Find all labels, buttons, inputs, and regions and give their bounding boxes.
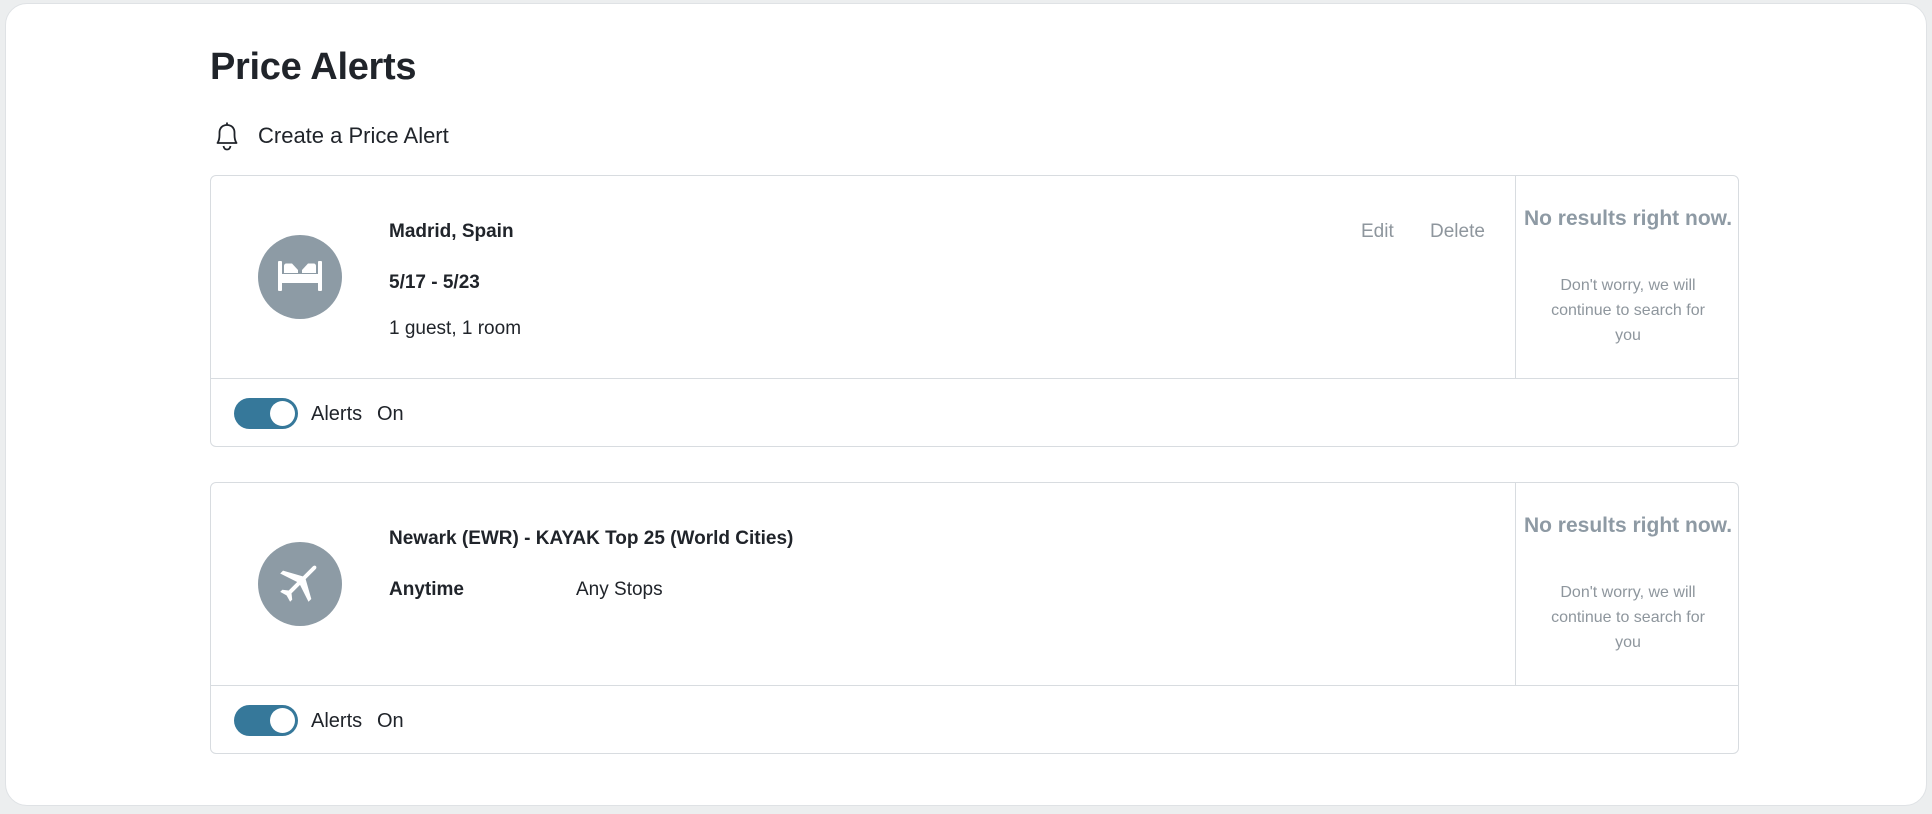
- toggle-knob: [270, 401, 295, 426]
- alerts-toggle[interactable]: [234, 398, 298, 429]
- alerts-toggle-label: Alerts: [311, 710, 363, 732]
- airplane-icon: [276, 558, 324, 611]
- alert-card-main: Newark (EWR) - KAYAK Top 25 (World Citie…: [211, 483, 1516, 686]
- alert-dates: Anytime: [389, 579, 464, 600]
- alerts-toggle[interactable]: [234, 705, 298, 736]
- no-results-title: No results right now.: [1523, 207, 1733, 230]
- alert-route: Newark (EWR) - KAYAK Top 25 (World Citie…: [389, 528, 794, 549]
- alert-dates: 5/17 - 5/23: [389, 272, 480, 293]
- no-results-note: Don't worry, we will continue to search …: [1551, 584, 1705, 651]
- page-frame: Price Alerts Create a Price Alert Madrid…: [5, 3, 1927, 806]
- page-title: Price Alerts: [210, 46, 417, 88]
- alerts-toggle-state: On: [377, 403, 404, 425]
- create-price-alert-button[interactable]: Create a Price Alert: [210, 116, 449, 156]
- alert-card-body: Madrid, Spain 5/17 - 5/23 1 guest, 1 roo…: [211, 176, 1738, 379]
- alerts-toggle-label: Alerts: [311, 403, 363, 425]
- alert-card-body: Newark (EWR) - KAYAK Top 25 (World Citie…: [211, 483, 1738, 686]
- alert-destination: Madrid, Spain: [389, 221, 514, 242]
- results-panel: No results right now. Don't worry, we wi…: [1517, 176, 1738, 379]
- no-results-note: Don't worry, we will continue to search …: [1551, 277, 1705, 344]
- alerts-toggle-state: On: [377, 710, 404, 732]
- delete-alert-link[interactable]: Delete: [1430, 221, 1485, 243]
- bell-icon: [210, 118, 244, 154]
- alert-card-hotel: Madrid, Spain 5/17 - 5/23 1 guest, 1 roo…: [210, 175, 1739, 447]
- alert-toggle-row: Alerts On: [211, 380, 1738, 446]
- alert-toggle-row: Alerts On: [211, 687, 1738, 753]
- bed-icon: [275, 258, 325, 297]
- alert-card-main: Madrid, Spain 5/17 - 5/23 1 guest, 1 roo…: [211, 176, 1516, 379]
- alert-card-flight: Newark (EWR) - KAYAK Top 25 (World Citie…: [210, 482, 1739, 754]
- alert-stops: Any Stops: [576, 579, 663, 600]
- create-price-alert-label: Create a Price Alert: [258, 123, 449, 148]
- hotel-type-badge: [258, 235, 342, 319]
- alert-guests-rooms: 1 guest, 1 room: [389, 318, 522, 339]
- edit-alert-link[interactable]: Edit: [1361, 221, 1394, 243]
- flight-type-badge: [258, 542, 342, 626]
- results-panel: No results right now. Don't worry, we wi…: [1517, 483, 1738, 686]
- no-results-title: No results right now.: [1523, 514, 1733, 537]
- toggle-knob: [270, 708, 295, 733]
